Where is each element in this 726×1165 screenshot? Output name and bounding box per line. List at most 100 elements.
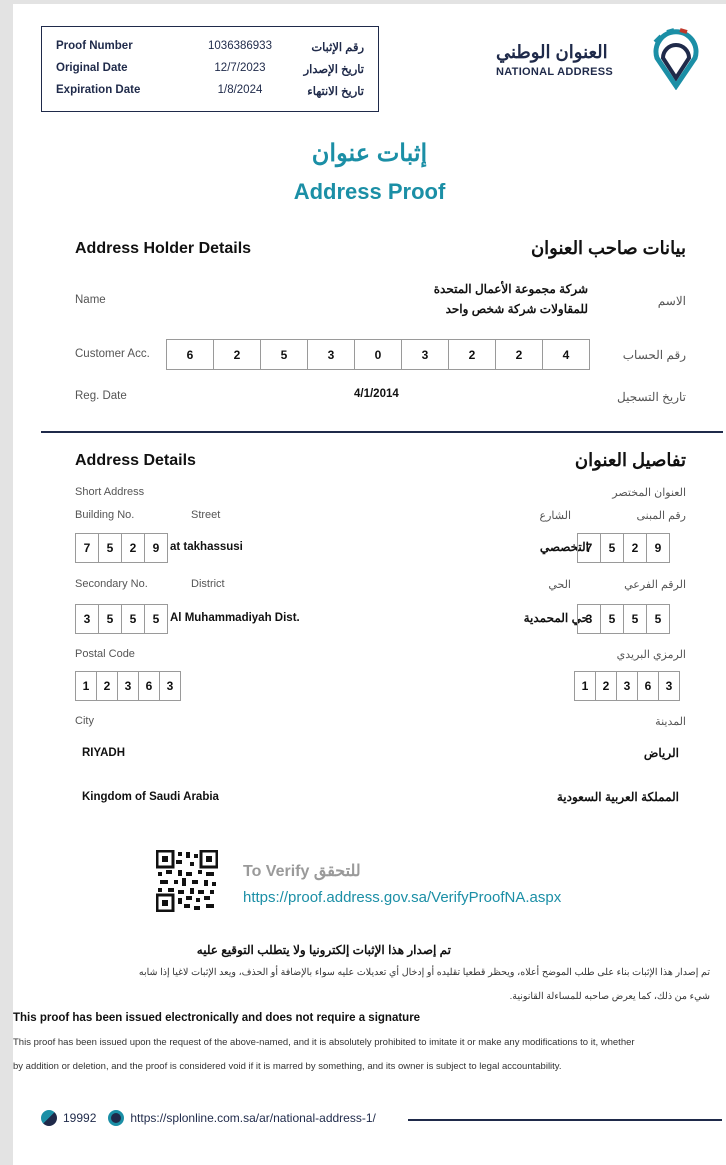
holder-heading-en: Address Holder Details [75, 240, 252, 257]
customer-acc-digits: 6 2 5 3 0 3 2 2 4 [166, 339, 590, 370]
phone-icon [41, 1110, 57, 1126]
footer: 19992 https://splonline.com.sa/ar/nation… [41, 1110, 376, 1126]
district-label-en: District [191, 578, 225, 590]
original-date-label: Original Date [56, 62, 128, 74]
note-body-ar-line2: شيء من ذلك، كما يعرض صاحبه للمساءلة القا… [509, 991, 710, 1002]
postal-digit: 2 [595, 671, 617, 701]
acc-digit: 4 [542, 339, 590, 370]
postal-digit: 3 [117, 671, 139, 701]
district-value-en: Al Muhammadiyah Dist. [170, 612, 300, 624]
note-body-en-line1: This proof has been issued upon the requ… [13, 1037, 635, 1048]
web-icon [108, 1110, 125, 1126]
note-body-ar-line1: تم إصدار هذا الإثبات بناء على طلب الموضح… [138, 967, 710, 978]
note-body-en-line2: by addition or deletion, and the proof i… [13, 1061, 562, 1072]
acc-digit: 3 [401, 339, 449, 370]
page-title-en: Address Proof [293, 179, 446, 204]
address-heading-ar: تفاصيل العنوان [574, 450, 686, 470]
secondary-label-ar: الرقم الفرعي [624, 579, 686, 591]
proof-number-row: Proof Number 1036386933 رقم الإثبات [56, 40, 364, 58]
original-date-label-ar: تاريخ الإصدار [303, 64, 364, 76]
acc-digit: 5 [260, 339, 308, 370]
postal-label-en: Postal Code [75, 648, 135, 660]
footer-url[interactable]: https://splonline.com.sa/ar/national-add… [130, 1111, 375, 1125]
postal-digit: 6 [637, 671, 659, 701]
acc-digit: 6 [166, 339, 214, 370]
building-digit: 9 [646, 533, 670, 563]
postal-digit: 3 [616, 671, 638, 701]
original-date-row: Original Date 12/7/2023 تاريخ الإصدار [56, 62, 364, 80]
district-label-ar: الحي [548, 579, 571, 591]
building-digit: 2 [121, 533, 145, 563]
page-title-ar: إثبات عنوان [311, 140, 428, 167]
secondary-digit: 3 [75, 604, 99, 634]
short-address-label-en: Short Address [75, 486, 145, 498]
secondary-digit: 5 [98, 604, 122, 634]
country-value-en: Kingdom of Saudi Arabia [82, 791, 219, 803]
building-digits-ar: 7 5 2 9 [577, 533, 670, 563]
city-label-ar: المدينة [655, 716, 686, 728]
building-digit: 7 [75, 533, 99, 563]
holder-heading-ar: بيانات صاحب العنوان [530, 238, 686, 258]
customer-acc-label-ar: رقم الحساب [622, 348, 686, 362]
verify-label: To Verify للتحقق [243, 863, 361, 880]
address-proof-document: Proof Number 1036386933 رقم الإثبات Orig… [13, 4, 726, 1165]
name-label-ar: الاسم [657, 294, 686, 308]
reg-date-label-ar: تاريخ التسجيل [617, 390, 686, 404]
secondary-digit: 5 [600, 604, 624, 634]
reg-date-value: 4/1/2014 [354, 388, 399, 400]
building-digit: 5 [600, 533, 624, 563]
city-label-en: City [75, 715, 94, 727]
building-label-ar: رقم المبنى [636, 510, 686, 522]
building-label-en: Building No. [75, 509, 135, 521]
expiration-date-label: Expiration Date [56, 84, 141, 96]
street-label-ar: الشارع [539, 510, 571, 522]
building-digits-en: 7 5 2 9 [75, 533, 168, 563]
postal-digits-en: 1 2 3 6 3 [75, 671, 181, 701]
building-digit: 7 [577, 533, 601, 563]
note-title-ar: تم إصدار هذا الإثبات إلكترونيا ولا يتطلب… [196, 943, 451, 957]
city-value-ar: الرياض [643, 746, 679, 760]
qr-code-icon [156, 850, 218, 912]
proof-number-value: 1036386933 [208, 40, 272, 52]
street-value-en: at takhassusi [170, 541, 243, 553]
holder-name-line1: شركة مجموعة الأعمال المتحدة [433, 282, 588, 296]
acc-digit: 2 [448, 339, 496, 370]
building-digit: 2 [623, 533, 647, 563]
footer-phone[interactable]: 19992 [63, 1111, 96, 1125]
footer-line [408, 1119, 722, 1121]
postal-digit: 3 [658, 671, 680, 701]
secondary-digit: 5 [623, 604, 647, 634]
secondary-digits-en: 3 5 5 5 [75, 604, 168, 634]
holder-name-line2: للمقاولات شركة شخص واحد [445, 302, 588, 316]
country-value-ar: المملكة العربية السعودية [556, 790, 679, 804]
name-label-en: Name [75, 294, 106, 306]
acc-digit: 0 [354, 339, 402, 370]
postal-digit: 1 [574, 671, 596, 701]
postal-digit: 2 [96, 671, 118, 701]
postal-digits-ar: 1 2 3 6 3 [574, 671, 680, 701]
section-divider [41, 431, 723, 433]
secondary-digit: 5 [121, 604, 145, 634]
secondary-digit: 5 [144, 604, 168, 634]
acc-digit: 2 [495, 339, 543, 370]
expiration-date-value: 1/8/2024 [217, 84, 263, 96]
acc-digit: 3 [307, 339, 355, 370]
short-address-label-ar: العنوان المختصر [612, 487, 686, 499]
secondary-digits-ar: 3 5 5 5 [577, 604, 670, 634]
postal-digit: 3 [159, 671, 181, 701]
reg-date-label-en: Reg. Date [75, 390, 127, 402]
verify-link[interactable]: https://proof.address.gov.sa/VerifyProof… [243, 889, 561, 906]
building-digit: 9 [144, 533, 168, 563]
logo-text-en: NATIONAL ADDRESS [496, 66, 614, 78]
postal-digit: 1 [75, 671, 97, 701]
building-digit: 5 [98, 533, 122, 563]
address-heading-en: Address Details [75, 452, 196, 469]
postal-label-ar: الرمزي البريدي [616, 649, 686, 661]
note-title-en: This proof has been issued electronicall… [13, 1012, 421, 1024]
proof-info-box: Proof Number 1036386933 رقم الإثبات Orig… [41, 26, 379, 112]
city-value-en: RIYADH [82, 747, 126, 759]
original-date-value: 12/7/2023 [214, 62, 266, 74]
customer-acc-label-en: Customer Acc. [75, 348, 150, 360]
secondary-label-en: Secondary No. [75, 578, 148, 590]
expiration-date-row: Expiration Date 1/8/2024 تاريخ الانتهاء [56, 84, 364, 102]
